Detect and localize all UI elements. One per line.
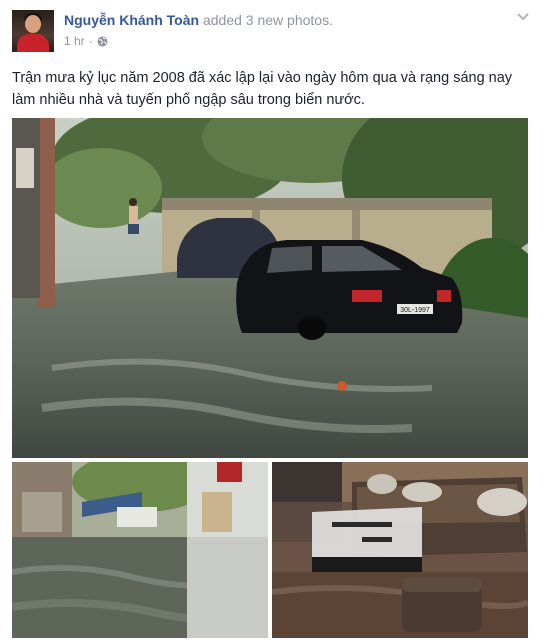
author-avatar[interactable] xyxy=(12,10,54,52)
feed-post: Nguyễn Khánh Toàn added 3 new photos. 1 … xyxy=(0,0,544,643)
post-header: Nguyễn Khánh Toàn added 3 new photos. xyxy=(64,12,333,28)
post-meta: 1 hr · xyxy=(64,34,108,48)
post-timestamp[interactable]: 1 hr xyxy=(64,34,85,48)
author-name-link[interactable]: Nguyễn Khánh Toàn xyxy=(64,12,199,28)
chevron-down-icon[interactable] xyxy=(516,12,530,22)
photo-flooded-living-room[interactable] xyxy=(272,462,528,638)
post-caption: Trận mưa kỷ lục năm 2008 đã xác lập lại … xyxy=(12,70,513,108)
photo-flooded-alley[interactable] xyxy=(12,462,268,638)
license-plate: 30L-1997 xyxy=(400,307,430,314)
photo-count: 3 xyxy=(245,12,254,28)
globe-icon[interactable] xyxy=(97,36,108,47)
meta-separator: · xyxy=(88,34,93,48)
post-action-text: added 3 new photos. xyxy=(202,12,333,28)
photo-flooded-street-cars[interactable]: 30L-1997 xyxy=(12,118,528,458)
